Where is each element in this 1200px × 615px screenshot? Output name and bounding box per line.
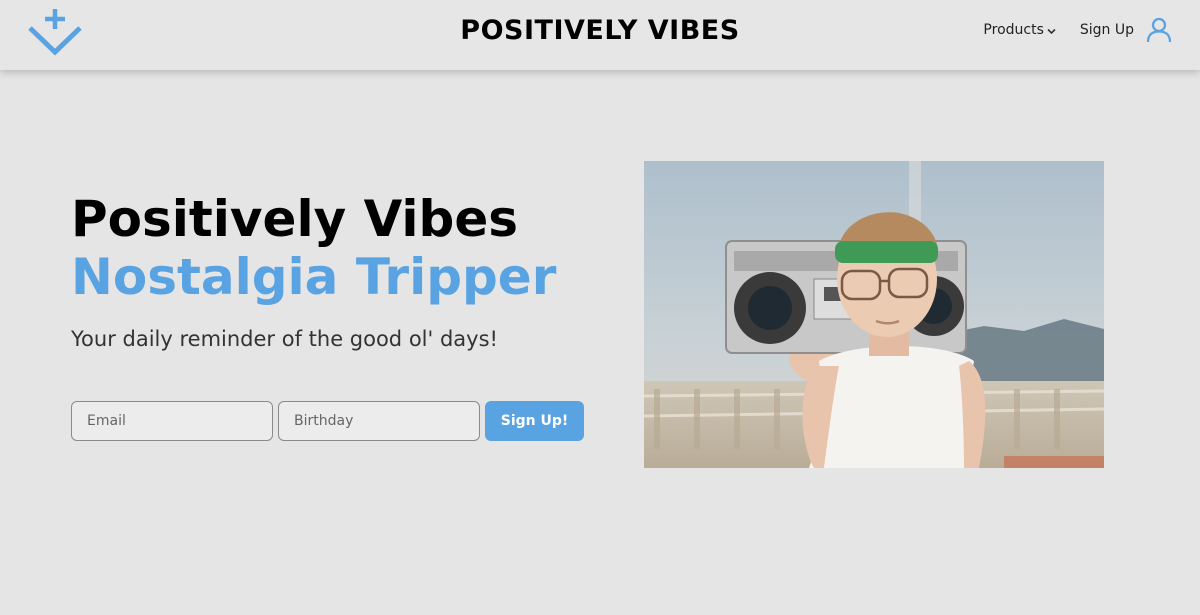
hero-title: Positively Vibes [71, 190, 518, 248]
products-menu[interactable]: Products [983, 22, 1056, 38]
signup-form: Sign Up! [71, 401, 584, 441]
hero-tagline: Your daily reminder of the good ol' days… [71, 327, 498, 351]
hero-text: Positively Vibes Nostalgia Tripper Your … [71, 190, 611, 351]
signup-label: Sign Up [1079, 22, 1134, 38]
logo-icon[interactable] [27, 6, 83, 58]
birthday-field[interactable] [278, 401, 480, 441]
user-icon[interactable] [1146, 17, 1172, 43]
signup-link[interactable]: Sign Up [1080, 22, 1134, 38]
email-field[interactable] [71, 401, 273, 441]
nav-links: Products Sign Up [983, 17, 1172, 43]
boombox-photo [644, 161, 1104, 468]
signup-submit-button[interactable]: Sign Up! [485, 401, 584, 441]
hero-subtitle: Nostalgia Tripper [71, 248, 557, 306]
products-label: Products [983, 22, 1044, 38]
chevron-down-icon [1047, 28, 1056, 34]
navbar: POSITIVELY VIBES Products Sign Up [0, 0, 1200, 70]
